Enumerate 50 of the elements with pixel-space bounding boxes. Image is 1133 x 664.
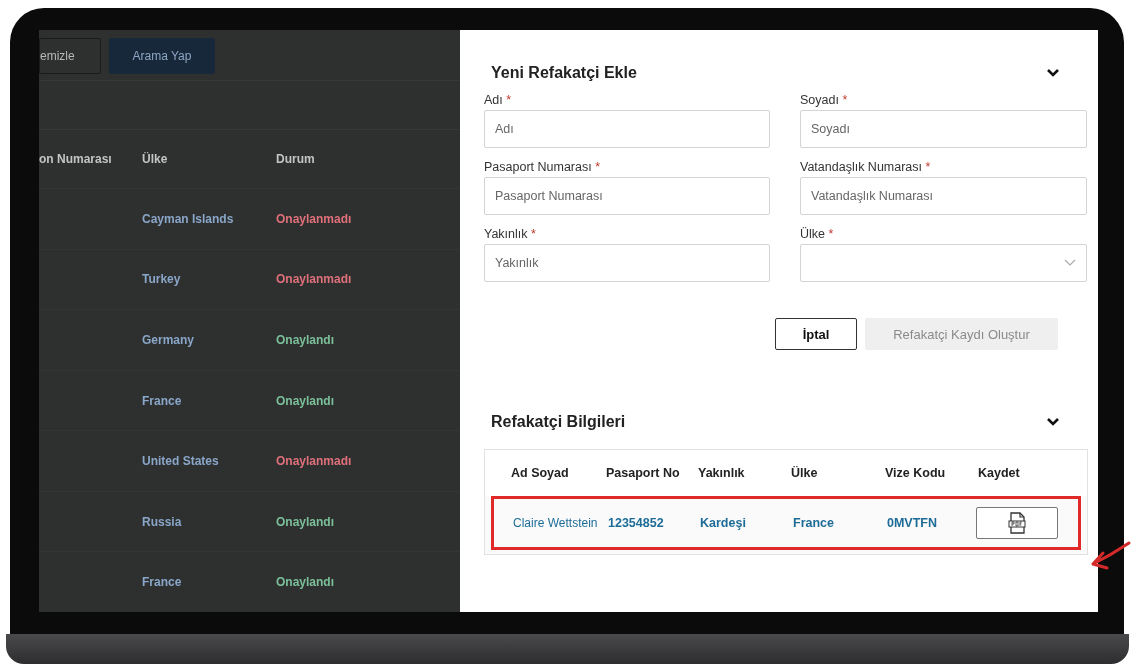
input-field[interactable]: Pasaport Numarası — [484, 177, 770, 215]
status-text: Onaylandı — [276, 514, 335, 529]
dropdown-caret-icon — [1064, 259, 1076, 267]
field-label: Ülke * — [800, 226, 835, 243]
status-text: Onaylandı — [276, 332, 335, 347]
table-cell-text: 0MVTFN — [887, 516, 938, 530]
clear-button[interactable]: emizle — [39, 38, 101, 74]
field-label: Yakınlık * — [484, 226, 537, 243]
status-text: Onaylanmadı — [276, 272, 353, 287]
status-text: Onaylandı — [276, 393, 335, 408]
search-button[interactable]: Arama Yap — [109, 38, 215, 74]
cancel-button[interactable]: İptal — [775, 318, 857, 350]
status-text: Onaylanmadı — [276, 211, 353, 226]
column-header: Kaydet — [978, 466, 1021, 480]
table-cell-text: Cayman Islands — [142, 211, 235, 226]
column-header: Ülke — [142, 152, 169, 167]
column-header: Ülke — [791, 466, 819, 480]
column-header: Yakınlık — [698, 466, 746, 480]
table-cell-text: United States — [142, 454, 220, 469]
column-header: Durum — [276, 152, 316, 167]
table-cell-text: Russia — [142, 514, 183, 529]
input-field[interactable]: Adı — [484, 110, 770, 148]
section-title: Refakatçi Bilgileri — [491, 413, 626, 431]
chevron-icon[interactable] — [1046, 68, 1060, 78]
status-text: Onaylanmadı — [276, 454, 353, 469]
input-field[interactable]: Vatandaşlık Numarası — [800, 177, 1087, 215]
pdf-file-icon — [1007, 512, 1027, 534]
table-cell-text: Claire Wettstein — [513, 516, 599, 530]
table-cell-text: Turkey — [142, 272, 182, 287]
status-text: Onaylandı — [276, 575, 335, 590]
table-cell-text: 12354852 — [608, 516, 665, 530]
column-header: Ad Soyad — [511, 466, 570, 480]
table-cell-text: Kardeşi — [700, 516, 747, 530]
column-header: on Numarası — [39, 152, 113, 167]
table-cell-text: Germany — [142, 332, 196, 347]
field-label: Soyadı * — [800, 92, 849, 109]
section-title: Yeni Refakatçi Ekle — [491, 64, 637, 82]
table-cell-text: France — [142, 393, 183, 408]
dropdown-field[interactable] — [800, 244, 1087, 282]
field-label: Adı * — [484, 92, 513, 109]
input-field[interactable]: Yakınlık — [484, 244, 770, 282]
chevron-icon[interactable] — [1046, 417, 1060, 427]
column-header: Pasaport No — [606, 466, 681, 480]
table-cell-text: France — [793, 516, 835, 530]
column-header: Vize Kodu — [885, 466, 947, 480]
table-cell-text: France — [142, 575, 183, 590]
field-label: Pasaport Numarası * — [484, 159, 602, 176]
field-label: Vatandaşlık Numarası * — [800, 159, 932, 176]
pdf-download-button[interactable] — [976, 507, 1058, 539]
input-field[interactable]: Soyadı — [800, 110, 1087, 148]
